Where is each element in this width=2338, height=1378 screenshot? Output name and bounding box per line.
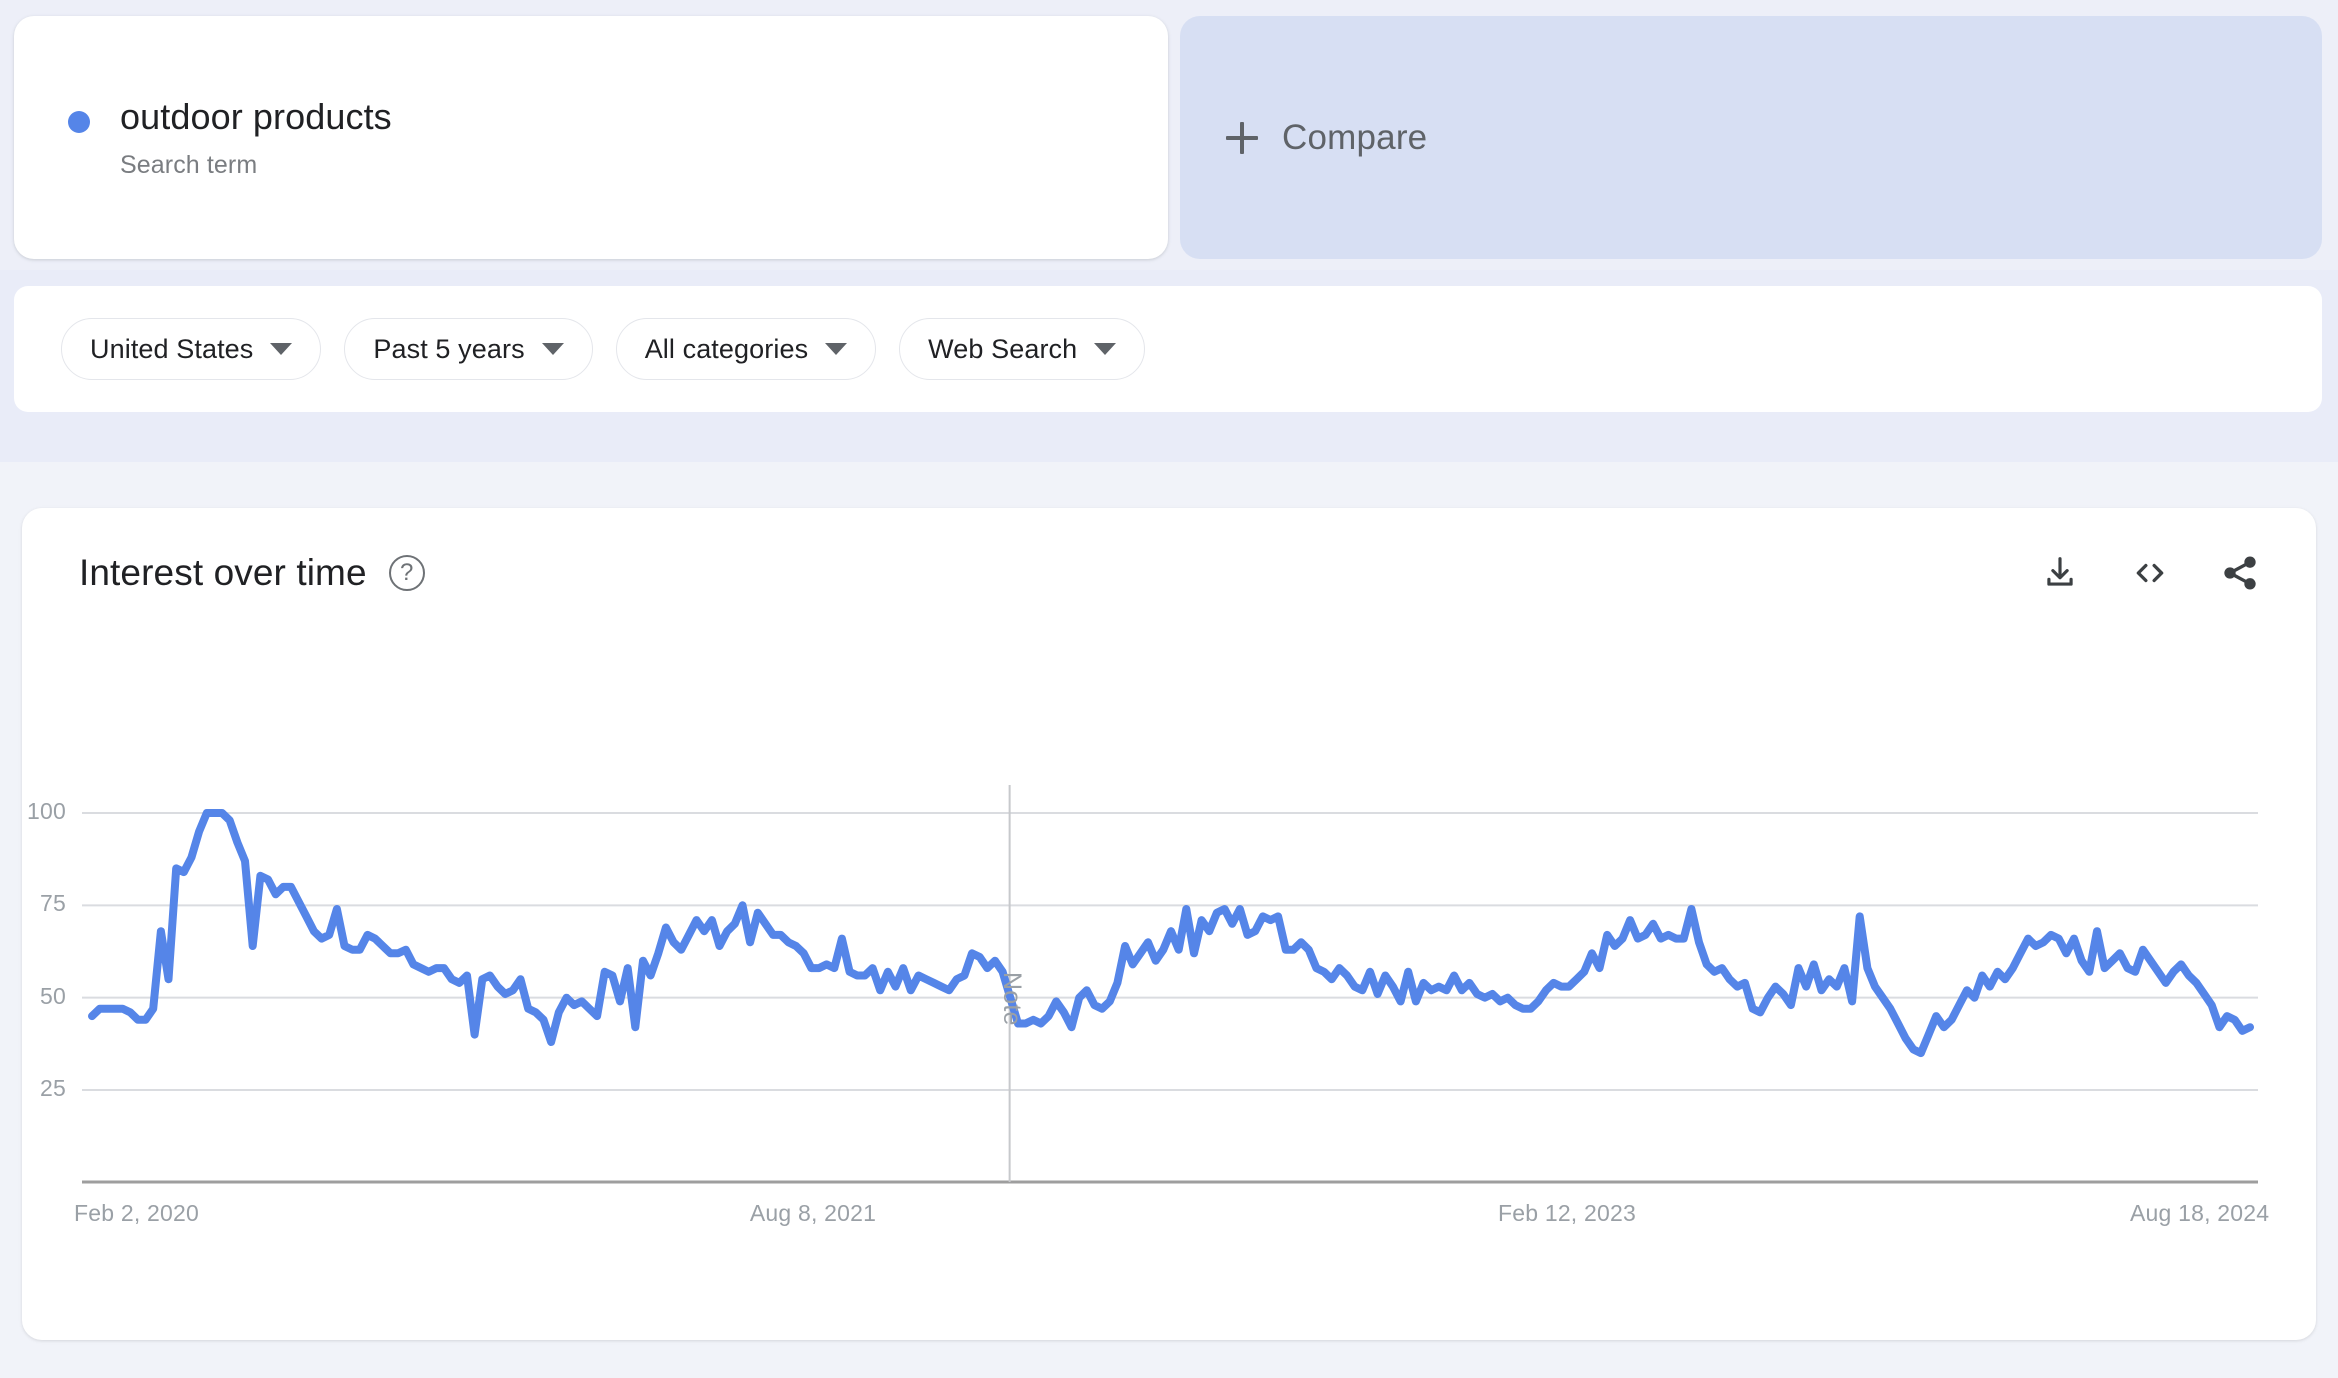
- chart-action-buttons: [2038, 551, 2262, 595]
- plus-icon: [1220, 116, 1264, 160]
- filter-category-dropdown[interactable]: All categories: [616, 318, 876, 380]
- chart-title: Interest over time: [79, 552, 367, 594]
- search-term-content: outdoor products Search term: [14, 95, 392, 181]
- chevron-down-icon: [542, 343, 564, 355]
- help-circle-icon[interactable]: ?: [389, 555, 425, 591]
- interest-over-time-card: Interest over time ?: [22, 508, 2316, 1340]
- filter-bar: United States Past 5 years All categorie…: [14, 286, 2322, 412]
- chart-title-group: Interest over time ?: [79, 552, 425, 594]
- compare-card[interactable]: Compare: [1180, 16, 2322, 259]
- filter-time-range-label: Past 5 years: [373, 334, 524, 365]
- filter-search-type-dropdown[interactable]: Web Search: [899, 318, 1145, 380]
- filter-time-range-dropdown[interactable]: Past 5 years: [344, 318, 592, 380]
- filter-location-label: United States: [90, 334, 253, 365]
- filter-search-type-label: Web Search: [928, 334, 1077, 365]
- compare-content: Compare: [1180, 116, 1427, 160]
- compare-label: Compare: [1282, 118, 1427, 158]
- search-term-text: outdoor products Search term: [120, 95, 392, 181]
- x-axis-tick-label: Feb 12, 2023: [1498, 1200, 1636, 1227]
- chevron-down-icon: [1094, 343, 1116, 355]
- x-axis-tick-label: Aug 18, 2024: [2130, 1200, 2269, 1227]
- filter-category-label: All categories: [645, 334, 808, 365]
- google-trends-page: outdoor products Search term Compare Uni…: [0, 0, 2338, 1378]
- search-term-title: outdoor products: [120, 95, 392, 139]
- x-axis-tick-label: Aug 8, 2021: [750, 1200, 876, 1227]
- chart-header: Interest over time ?: [22, 508, 2316, 638]
- series-color-dot: [68, 111, 90, 133]
- chart-note-annotation: Note: [997, 972, 1026, 1026]
- share-icon[interactable]: [2218, 551, 2262, 595]
- embed-code-icon[interactable]: [2128, 551, 2172, 595]
- filter-location-dropdown[interactable]: United States: [61, 318, 321, 380]
- x-axis-tick-label: Feb 2, 2020: [74, 1200, 199, 1227]
- chevron-down-icon: [825, 343, 847, 355]
- download-icon[interactable]: [2038, 551, 2082, 595]
- search-term-card[interactable]: outdoor products Search term: [14, 16, 1168, 259]
- chevron-down-icon: [270, 343, 292, 355]
- search-term-subtitle: Search term: [120, 149, 392, 181]
